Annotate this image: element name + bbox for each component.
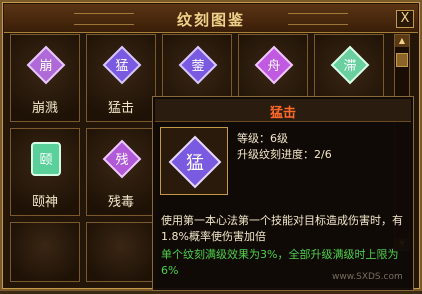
engraving-tooltip: 猛击 猛 等级：6级 升级纹刻进度：2/6 使用第一本心法第一个技能对目标造成伤… [152,96,414,291]
tooltip-title: 猛击 [269,106,296,121]
engraving-gem-icon: 猛 [102,45,142,85]
svg-text:舟: 舟 [267,59,280,74]
svg-text:猛: 猛 [186,153,204,174]
tooltip-gem-icon: 猛 [160,127,228,195]
engraving-label: 颐神 [31,195,58,210]
engraving-cell-candu[interactable]: 残 残毒 [86,128,156,216]
tooltip-titlebar: 猛击 [155,99,411,122]
watermark: www.SXDS.com [332,272,403,282]
engraving-gem-icon: 颐 [26,139,66,179]
tooltip-progress: 升级纹刻进度：2/6 [237,148,332,161]
window-titlebar[interactable]: 纹刻图鉴 X [4,4,418,33]
scroll-thumb[interactable] [396,53,408,67]
engraving-gem-icon: 滞 [330,45,370,85]
scroll-up-arrow-icon[interactable]: ▲ [395,35,409,47]
engraving-gem-icon: 舟 [254,45,294,85]
engraving-gem-icon: 残 [102,139,142,179]
engraving-cell-bengjian[interactable]: 崩 崩溅 [10,34,80,122]
engraving-cell-mengji[interactable]: 猛 猛击 [86,34,156,122]
svg-text:猛: 猛 [115,59,128,74]
engraving-cell-row3-1[interactable] [10,222,80,282]
svg-text:滞: 滞 [343,59,356,74]
engraving-gem-icon: 蓥 [178,45,218,85]
engraving-label: 猛击 [107,101,134,116]
window-title: 纹刻图鉴 [176,11,245,29]
engraving-cell-row3-2[interactable] [86,222,156,282]
engraving-label: 崩溅 [31,101,58,116]
svg-text:崩: 崩 [39,59,52,74]
engraving-gem-icon: 崩 [26,45,66,85]
svg-text:蓥: 蓥 [191,59,204,74]
tooltip-level: 等级：6级 [237,132,288,145]
close-button[interactable]: X [396,10,414,28]
svg-text:残: 残 [115,153,128,168]
engraving-label: 残毒 [107,195,134,210]
engraving-cell-yishen[interactable]: 颐 颐神 [10,128,80,216]
svg-text:颐: 颐 [39,153,52,168]
tooltip-description: 使用第一本心法第一个技能对目标造成伤害时，有1.8%概率使伤害加倍 [161,214,403,243]
